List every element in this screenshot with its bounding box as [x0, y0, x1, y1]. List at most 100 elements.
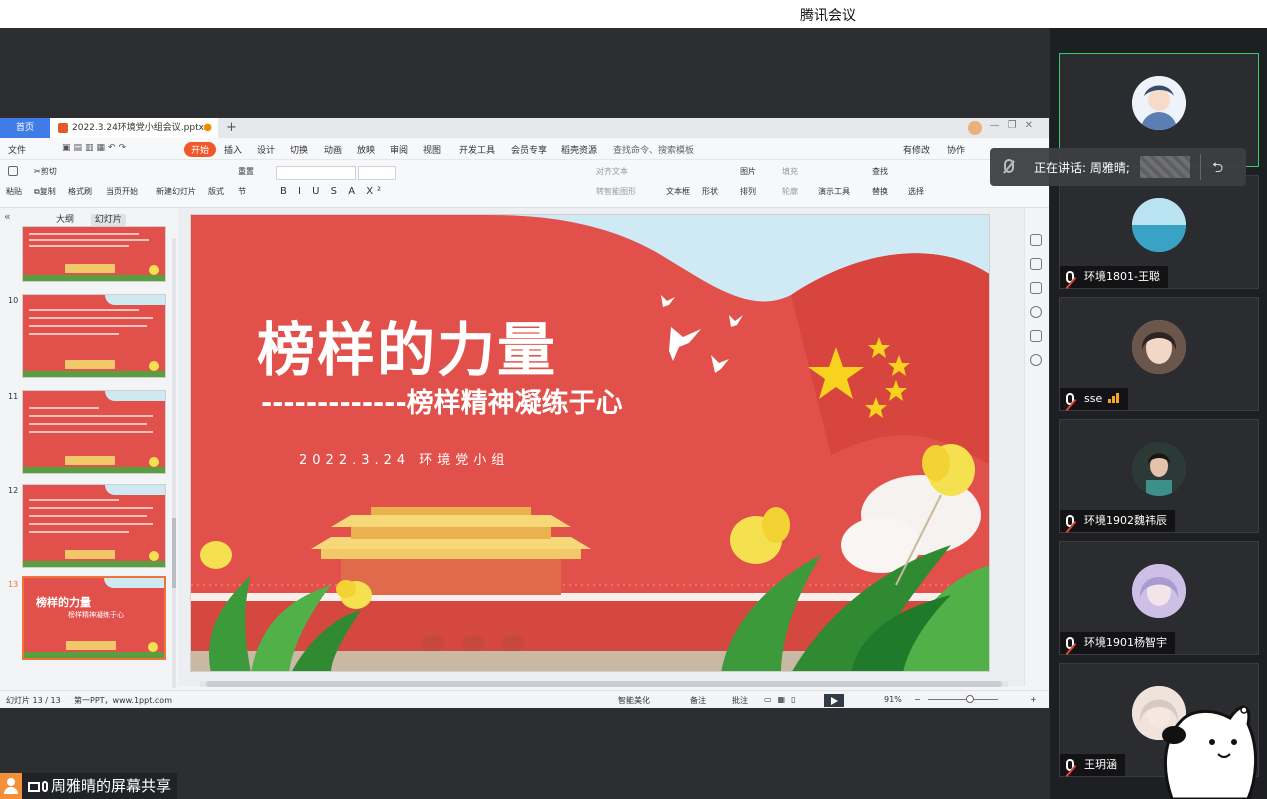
menu-design[interactable]: 设计	[257, 143, 275, 156]
slide-canvas-area: 榜样的力量 -------------榜样精神凝练于心 2022.3.24 环境…	[178, 208, 1024, 686]
outline-button[interactable]: 轮廓	[782, 186, 798, 197]
menu-animation[interactable]: 动画	[324, 143, 342, 156]
reset-button[interactable]: 重置	[238, 166, 254, 177]
template-name: 第一PPT，www.1ppt.com	[74, 696, 172, 705]
signal-strength-icon	[1108, 389, 1120, 411]
current-slide[interactable]: 榜样的力量 -------------榜样精神凝练于心 2022.3.24 环境…	[190, 214, 990, 672]
slide-number: 11	[8, 392, 19, 401]
menu-view[interactable]: 视图	[423, 143, 441, 156]
menu-collab[interactable]: 协作	[947, 143, 965, 156]
reply-arrow-icon[interactable]: ⮌	[1212, 157, 1223, 181]
menu-daoke[interactable]: 稻壳资源	[561, 143, 597, 156]
menu-transition[interactable]: 切换	[290, 143, 308, 156]
menu-start[interactable]: 开始	[184, 142, 217, 157]
play-button[interactable]	[824, 694, 844, 707]
replace-button[interactable]: 替换	[872, 186, 888, 197]
copy-button[interactable]: ⧉复制	[34, 186, 56, 197]
menu-member[interactable]: 会员专享	[511, 143, 547, 156]
participant-tile[interactable]: 环境1902魏祎辰	[1059, 419, 1259, 533]
slide-subtitle[interactable]: -------------榜样精神凝练于心	[261, 381, 623, 420]
animation-icon[interactable]	[1030, 258, 1042, 270]
user-avatar[interactable]	[968, 121, 982, 135]
fill-button[interactable]: 填充	[782, 166, 798, 177]
slide-thumbnail-11[interactable]	[22, 390, 166, 474]
blurred-avatars	[1140, 156, 1190, 178]
font-family-select[interactable]	[276, 166, 356, 180]
share-label-text: 周雅晴的屏幕共享	[51, 777, 172, 795]
tab-document[interactable]: 2022.3.24环境党小组会议.pptx ●	[50, 118, 218, 138]
text-format-buttons[interactable]: B I U S A X²	[280, 186, 385, 197]
text-align-button[interactable]: 对齐文本	[596, 166, 628, 177]
arrange-button[interactable]: 排列	[740, 186, 756, 197]
slide-number: 13	[8, 580, 19, 589]
menu-slideshow[interactable]: 放映	[357, 143, 375, 156]
picture-button[interactable]: 图片	[740, 166, 756, 177]
find-button[interactable]: 查找	[872, 166, 888, 177]
menu-developer[interactable]: 开发工具	[459, 143, 495, 156]
zoom-in-button[interactable]: +	[1030, 695, 1037, 704]
shape-button[interactable]: 形状	[702, 186, 718, 197]
menu-file[interactable]: 文件	[8, 143, 26, 156]
slide-thumbnail-9[interactable]	[22, 226, 166, 282]
zoom-out-button[interactable]: −	[914, 695, 921, 704]
slide-thumbnail-10[interactable]	[22, 294, 166, 378]
ppt-file-icon	[58, 123, 68, 133]
comment-button[interactable]: 批注	[732, 695, 748, 706]
help-icon[interactable]	[1030, 306, 1042, 318]
participant-name: sse	[1060, 388, 1129, 411]
new-tab-button[interactable]: +	[226, 118, 237, 138]
zoom-level[interactable]: 91%	[884, 695, 902, 704]
transition-icon[interactable]	[1030, 282, 1042, 294]
window-controls[interactable]: —❐✕	[990, 120, 1041, 131]
screen-share-label[interactable]: 周雅晴的屏幕共享	[0, 773, 178, 799]
menu-insert[interactable]: 插入	[224, 143, 242, 156]
slide-thumbnail-12[interactable]	[22, 484, 166, 568]
format-painter-button[interactable]: 格式刷	[68, 186, 92, 197]
thumbnail-scrollbar[interactable]	[172, 238, 176, 688]
participant-name: 王玥涵	[1060, 754, 1125, 776]
slide-thumbnail-13[interactable]: 榜样的力量 榜样精神凝练于心	[22, 576, 166, 660]
location-icon[interactable]	[1030, 354, 1042, 366]
paste-icon[interactable]	[8, 166, 20, 176]
avatar	[1132, 564, 1186, 618]
section-button[interactable]: 节	[238, 186, 246, 197]
image-tool-icon[interactable]	[1030, 330, 1042, 342]
slide-date-line[interactable]: 2022.3.24 环境党小组	[299, 449, 509, 468]
avatar	[1132, 76, 1186, 130]
notes-button[interactable]: 备注	[690, 695, 706, 706]
tab-slides[interactable]: 幻灯片	[90, 214, 126, 226]
collapse-pane-icon[interactable]: «	[4, 210, 11, 223]
new-slide-button[interactable]: 新建幻灯片	[156, 186, 196, 197]
tab-home[interactable]: 首页	[0, 118, 50, 138]
unsaved-dot-icon: ●	[203, 122, 212, 133]
cut-button[interactable]: ✂剪切	[34, 166, 57, 177]
menu-review[interactable]: 审阅	[390, 143, 408, 156]
zoom-slider[interactable]	[928, 699, 998, 700]
menu-changes[interactable]: 有修改	[903, 143, 930, 156]
quick-access-toolbar[interactable]: ▣▤▥▦↶↷	[62, 143, 129, 153]
font-size-select[interactable]	[358, 166, 396, 180]
participant-tile[interactable]: 环境1901杨智宇	[1059, 541, 1259, 655]
layout-button[interactable]: 版式	[208, 186, 224, 197]
tab-outline[interactable]: 大纲	[52, 214, 78, 226]
textbox-button[interactable]: 文本框	[666, 186, 690, 197]
thumb-subtitle: 榜样精神凝练于心	[68, 611, 124, 619]
select-button[interactable]: 选择	[908, 186, 924, 197]
screen-share-icon	[28, 782, 40, 792]
participant-tile[interactable]: sse	[1059, 297, 1259, 411]
properties-icon[interactable]	[1030, 234, 1042, 246]
mic-icon	[42, 781, 48, 792]
from-current-button[interactable]: 当页开始	[106, 186, 138, 197]
slide-number: 10	[8, 296, 19, 305]
paste-button[interactable]: 粘贴	[6, 186, 22, 197]
presentation-tools-button[interactable]: 演示工具	[818, 186, 850, 197]
participant-tile[interactable]: 环境1801-王聪	[1059, 175, 1259, 289]
smart-art-button[interactable]: 转智能图形	[596, 186, 636, 197]
smart-beautify-button[interactable]: 智能美化	[618, 695, 650, 706]
avatar	[1132, 442, 1186, 496]
view-mode-buttons[interactable]: ▭▦▯	[764, 695, 802, 704]
command-search[interactable]: 查找命令、搜索模板	[613, 143, 694, 156]
slide-title[interactable]: 榜样的力量	[257, 303, 557, 387]
zoom-slider-knob[interactable]	[966, 695, 974, 703]
horizontal-scrollbar[interactable]	[200, 681, 1008, 687]
